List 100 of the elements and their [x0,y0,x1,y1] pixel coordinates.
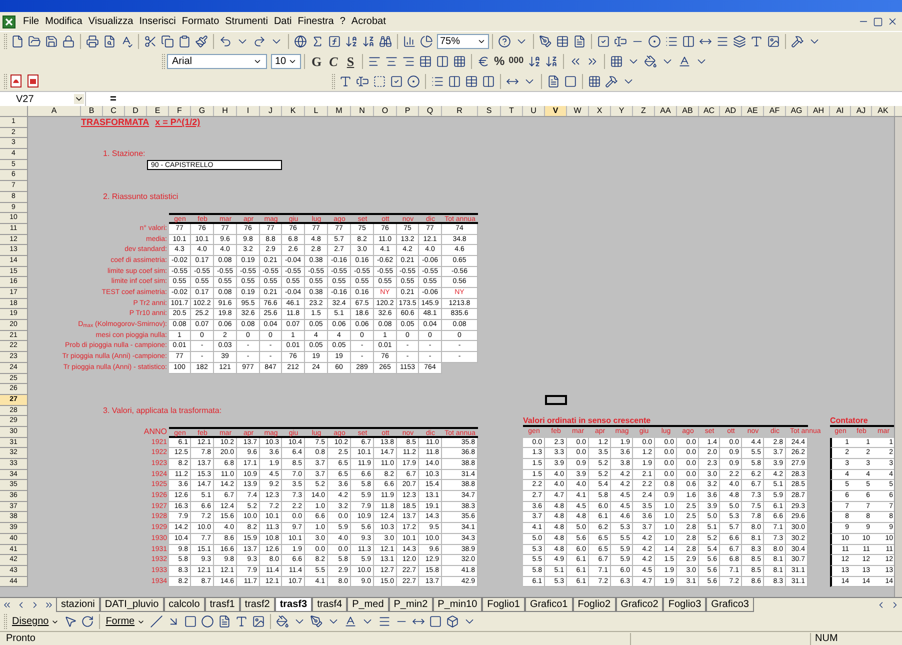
grid-icon[interactable] [588,74,601,88]
undo-icon[interactable] [219,35,232,48]
column-letter[interactable]: AF [764,106,786,116]
lock-icon[interactable] [62,35,75,48]
column-letter[interactable]: W [567,106,589,116]
table-icon[interactable] [465,74,478,88]
redo-icon[interactable] [253,35,266,48]
restore-icon[interactable] [873,16,883,26]
font-size-field[interactable]: 10 [271,54,301,68]
sheet-tab[interactable]: stazioni [56,598,100,612]
save-icon[interactable] [45,35,58,48]
currency-icon[interactable] [477,54,490,68]
column-letter[interactable]: X [589,106,611,116]
sheet-tab[interactable]: P_min10 [432,598,482,612]
align-right-icon[interactable] [402,54,415,68]
column-letter[interactable]: L [305,106,328,116]
font-color-icon[interactable] [344,615,357,628]
line-style-icon[interactable] [378,615,391,628]
menu-item[interactable]: Inserisci [136,15,179,28]
column-letter[interactable]: R [442,106,478,116]
font-field[interactable]: Arial [167,54,267,68]
fill-color-icon[interactable] [644,54,657,68]
pointer-icon[interactable] [64,615,77,628]
column-letter[interactable]: M [328,106,351,116]
pie-chart-icon[interactable] [420,35,433,48]
column-letter[interactable]: D [125,106,147,116]
column-letter[interactable]: K [282,106,305,116]
menu-item[interactable]: Visualizza [85,15,136,28]
menu-item[interactable]: Modifica [42,15,86,28]
column-letter[interactable]: J [260,106,282,116]
column-letter[interactable]: AJ [851,106,872,116]
column-letter[interactable]: AA [655,106,677,116]
column-letter[interactable]: B [81,106,103,116]
sheet-tab[interactable]: Foglio1 [482,598,525,612]
draw-menu[interactable]: Disegno [9,614,62,629]
wordart-icon[interactable] [234,615,248,628]
grid-icon[interactable] [453,54,466,68]
columns-icon[interactable] [436,54,449,68]
folder-icon[interactable] [28,35,41,48]
style-button[interactable]: S [342,54,359,68]
column-letter[interactable]: F [169,106,191,116]
clipart-icon[interactable] [252,615,265,628]
columns-icon[interactable] [482,74,495,88]
frame-icon[interactable] [564,74,577,88]
table-icon[interactable] [556,35,569,48]
binoculars-icon[interactable] [379,35,392,48]
line-icon[interactable] [150,615,163,628]
column-letter[interactable]: N [351,106,374,116]
menu-item[interactable]: Dati [270,15,295,28]
sum-icon[interactable] [311,35,324,48]
pdf-icon[interactable] [26,74,40,88]
column-letter[interactable]: T [501,106,523,116]
column-letter[interactable]: AE [742,106,764,116]
column-letter[interactable]: AC [699,106,720,116]
chart-icon[interactable] [403,35,416,48]
radio-icon[interactable] [407,74,420,88]
merge-icon[interactable] [419,54,432,68]
column-letter[interactable]: AI [830,106,851,116]
menu-item[interactable]: Formato [178,15,222,28]
image-icon[interactable] [767,35,780,48]
sort-descending-icon[interactable] [362,35,375,48]
oval-icon[interactable] [200,615,214,628]
pdf-icon[interactable] [9,74,23,88]
shapes-menu[interactable]: Forme [102,614,148,629]
sort-ascending-icon[interactable] [345,35,358,48]
radio-icon[interactable] [648,35,661,48]
font-icon[interactable] [750,35,763,48]
column-letter[interactable]: G [191,106,214,116]
cut-icon[interactable] [144,35,157,48]
sheet-tab[interactable]: Grafico1 [524,598,573,612]
column-letter[interactable]: V [545,106,567,116]
menu-item[interactable]: Strumenti [222,15,271,28]
help-icon[interactable] [498,35,511,48]
sheet-tab[interactable]: P_med [347,598,389,612]
column-letter[interactable]: C [103,106,125,116]
borders-icon[interactable] [610,54,623,68]
spellcheck-icon[interactable] [120,35,133,48]
active-cell[interactable] [545,394,567,405]
column-letter[interactable]: I [237,106,260,116]
document-icon[interactable] [573,35,586,48]
column-letter[interactable]: Q [419,106,442,116]
sheet-tab[interactable]: trasf3 [274,598,312,612]
globe-icon[interactable] [294,35,307,48]
checkbox-icon[interactable] [390,74,403,88]
menu-item[interactable]: ? [336,15,348,28]
fill-color-icon[interactable] [276,615,289,628]
text-box-icon[interactable] [218,615,231,628]
layers-icon[interactable] [733,35,746,48]
copy-icon[interactable] [161,35,174,48]
sheet-tab[interactable]: P_min2 [388,598,433,612]
percent-button[interactable]: % [492,52,507,70]
combo-icon[interactable] [448,74,461,88]
menu-item[interactable]: Finestra [294,15,337,28]
function-icon[interactable] [328,35,341,48]
document-icon[interactable] [547,74,560,88]
line-color-icon[interactable] [310,615,323,628]
column-letter[interactable]: O [374,106,397,116]
sheet-tab[interactable]: trasf2 [240,598,275,612]
group-box-icon[interactable] [373,74,386,88]
caret-icon[interactable] [74,94,84,104]
